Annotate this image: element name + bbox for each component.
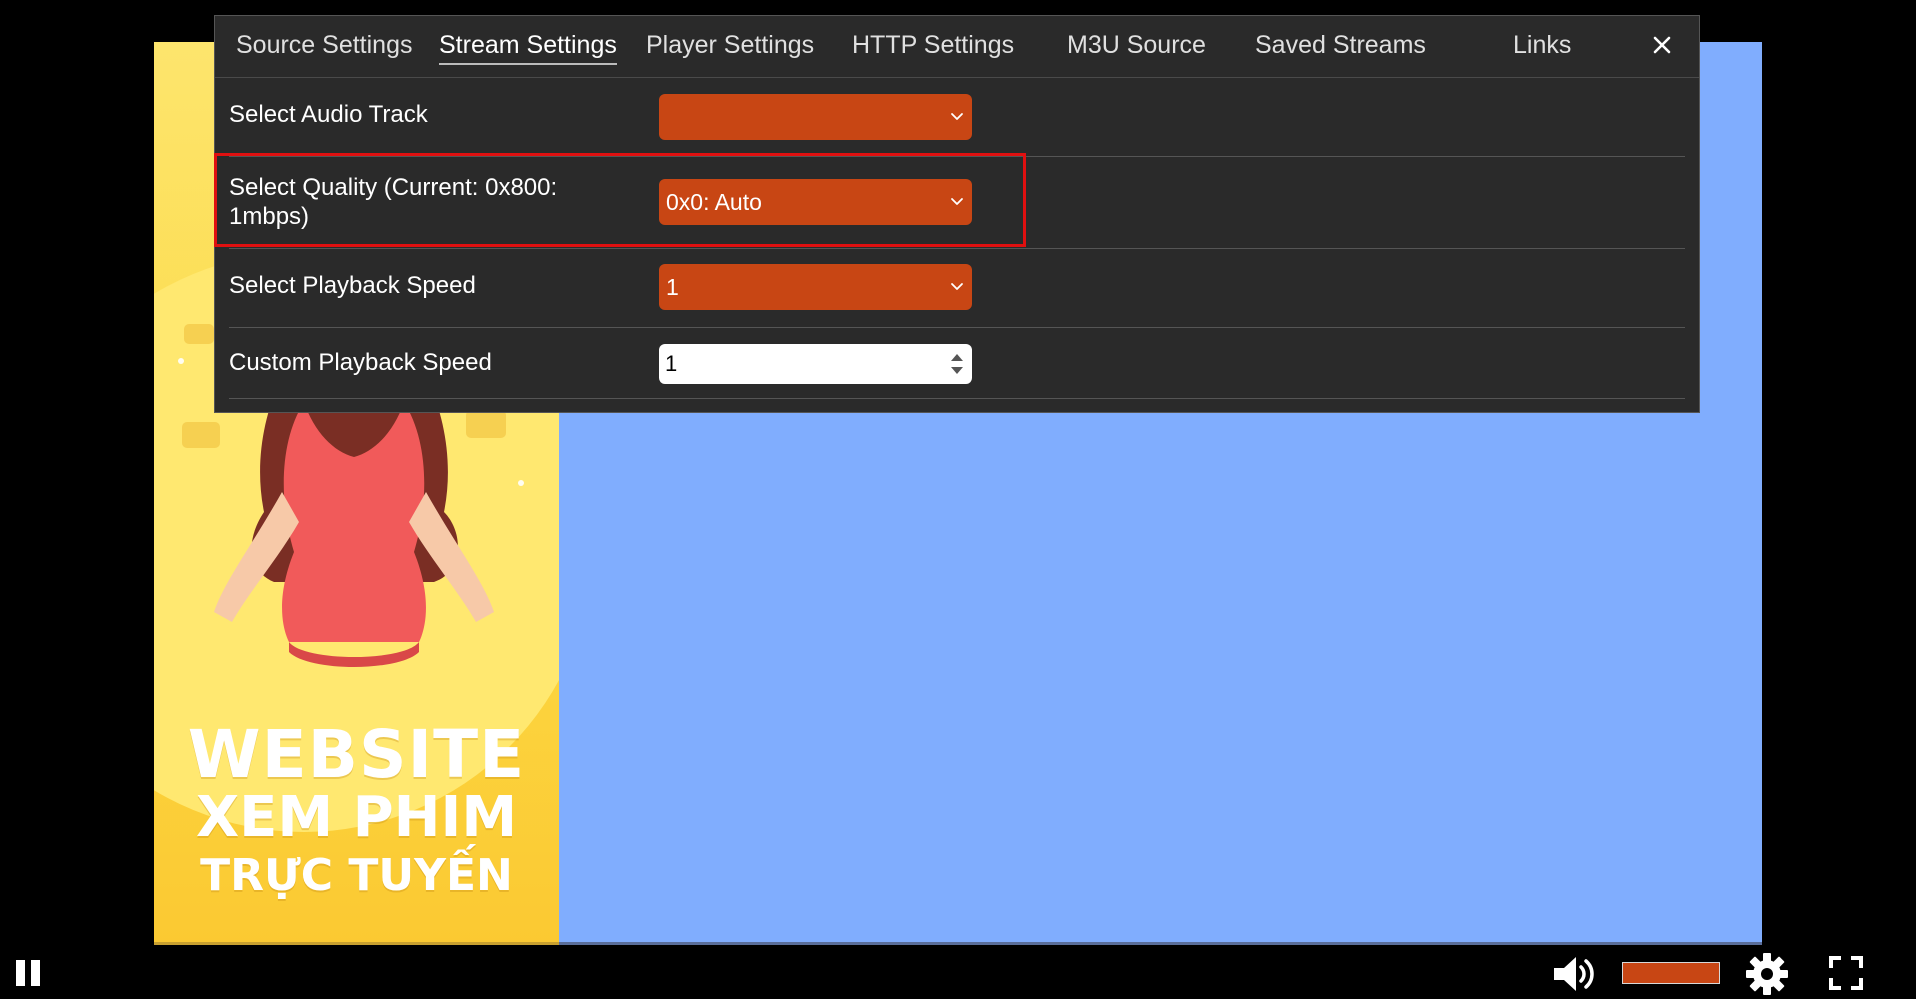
tab-links[interactable]: Links: [1513, 31, 1571, 63]
setting-row-audio-track: Select Audio Track: [229, 78, 1685, 157]
tab-player-settings[interactable]: Player Settings: [646, 31, 814, 63]
chevron-down-icon: [951, 198, 963, 205]
quality-select[interactable]: 0x0: Auto: [659, 179, 972, 225]
pause-icon[interactable]: [14, 958, 44, 988]
poster-sparkle: [178, 358, 184, 364]
gear-icon[interactable]: [1744, 951, 1790, 997]
quality-select-value: 0x0: Auto: [666, 189, 762, 215]
chevron-down-icon: [951, 113, 963, 120]
audio-track-label: Select Audio Track: [229, 101, 428, 128]
tab-source-settings[interactable]: Source Settings: [236, 31, 413, 63]
poster-line-1: WEBSITE: [187, 716, 526, 793]
setting-row-custom-speed: Custom Playback Speed 1: [229, 328, 1685, 399]
tab-http-settings[interactable]: HTTP Settings: [852, 31, 1014, 63]
chevron-down-icon: [951, 283, 963, 290]
number-spinner-icon[interactable]: [948, 350, 966, 378]
player-control-bar: [0, 945, 1916, 999]
poster-line-3: TRỰC TUYẾN: [200, 850, 513, 901]
setting-row-quality: Select Quality (Current: 0x800: 1mbps) 0…: [229, 157, 1685, 249]
tab-stream-settings[interactable]: Stream Settings: [439, 31, 617, 65]
settings-tab-bar: Source Settings Stream Settings Player S…: [215, 16, 1699, 78]
poster-decoration: [184, 324, 214, 344]
poster-title: WEBSITE XEM PHIM TRỰC TUYẾN: [154, 722, 559, 898]
settings-dialog: Source Settings Stream Settings Player S…: [214, 15, 1700, 413]
custom-speed-label: Custom Playback Speed: [229, 349, 492, 376]
poster-illustration: [214, 372, 494, 667]
custom-speed-input-value: 1: [665, 351, 678, 376]
tab-saved-streams[interactable]: Saved Streams: [1255, 31, 1426, 63]
close-button[interactable]: [1645, 28, 1679, 62]
close-icon: [1653, 36, 1671, 54]
fullscreen-icon[interactable]: [1828, 955, 1864, 991]
audio-track-select[interactable]: [659, 94, 972, 140]
playback-speed-select-value: 1: [666, 274, 679, 300]
volume-icon[interactable]: [1552, 954, 1598, 994]
playback-speed-select[interactable]: 1: [659, 264, 972, 310]
quality-label: Select Quality (Current: 0x800: 1mbps): [229, 174, 558, 230]
playback-speed-label: Select Playback Speed: [229, 272, 476, 299]
poster-line-2: XEM PHIM: [195, 785, 518, 850]
custom-speed-input[interactable]: 1: [659, 344, 972, 384]
setting-row-playback-speed: Select Playback Speed 1: [229, 249, 1685, 328]
tab-m3u-source[interactable]: M3U Source: [1067, 31, 1206, 63]
volume-slider[interactable]: [1622, 962, 1720, 984]
player-stage: WEBSITE XEM PHIM TRỰC TUYẾN Source Setti…: [0, 0, 1916, 999]
